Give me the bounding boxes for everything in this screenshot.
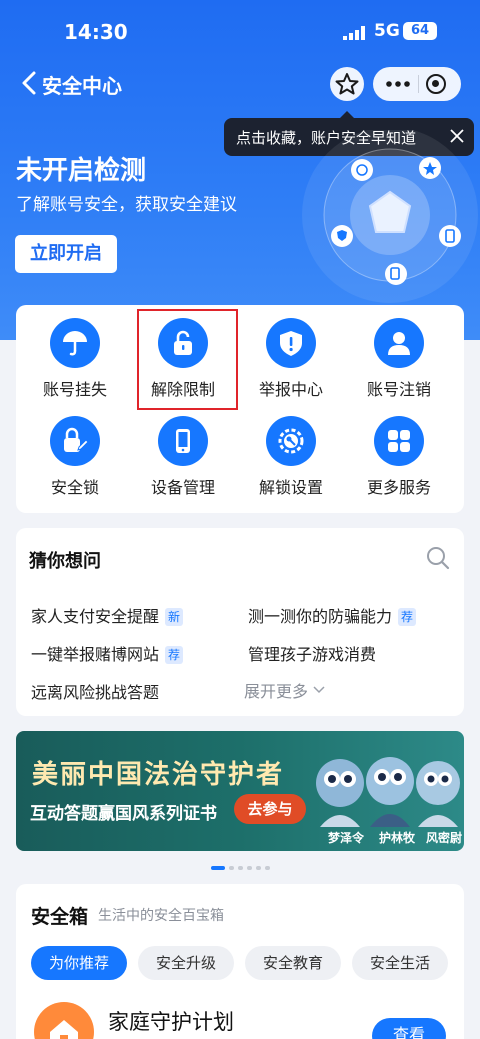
network-label: 5G [374,21,400,41]
lock-edit-icon [50,416,100,466]
tab-upgrade[interactable]: 安全升级 [138,946,234,980]
promo-banner[interactable]: 美丽中国法治守护者 互动答题赢国风系列证书 去参与 梦泽令 护林牧 风密尉 [16,731,464,851]
carousel-dot [238,866,243,870]
service-device-management[interactable]: 设备管理 [133,416,233,506]
faq-question[interactable]: 管理孩子游戏消费 [248,641,376,665]
search-icon[interactable] [426,546,450,570]
highlight-box [137,309,238,410]
faq-question-text: 测一测你的防骗能力 [248,607,393,626]
service-label: 账号注销 [366,380,431,399]
carousel-dot [256,866,261,870]
tab-recommended[interactable]: 为你推荐 [31,946,127,980]
service-unlock-settings[interactable]: 解锁设置 [241,416,341,506]
more-dots-icon[interactable] [385,76,411,92]
family-plan-title[interactable]: 家庭守护计划 [108,1006,234,1036]
expand-more-link[interactable]: 展开更多 [244,678,325,702]
character-name: 梦泽令 [328,831,365,845]
service-label: 举报中心 [258,380,323,399]
faq-title: 猜你想问 [29,551,101,572]
detection-subtitle: 了解账号安全，获取安全建议 [16,195,237,215]
safety-box-title: 安全箱 [31,906,89,928]
service-label: 设备管理 [150,478,215,497]
service-account-cancel[interactable]: 账号注销 [349,318,449,408]
faq-question[interactable]: 测一测你的防骗能力荐 [248,603,417,627]
faq-card: 猜你想问 家人支付安全提醒新 测一测你的防骗能力荐 一键举报赌博网站荐 管理孩子… [16,528,464,716]
faq-question[interactable]: 一键举报赌博网站荐 [31,641,184,665]
page-title: 安全中心 [42,74,122,98]
signal-icon [343,26,365,40]
service-label: 更多服务 [366,478,431,497]
star-icon [335,73,359,95]
carousel-dot [229,866,234,870]
safety-box-card: 安全箱 生活中的安全百宝箱 为你推荐 安全升级 安全教育 安全生活 家庭守护计划… [16,884,464,1039]
carousel-dot [247,866,252,870]
start-detection-button[interactable]: 立即开启 [15,235,117,273]
service-label: 解锁设置 [258,478,323,497]
tab-life[interactable]: 安全生活 [352,946,448,980]
carousel-dot [265,866,270,870]
faq-question-text: 管理孩子游戏消费 [248,645,377,664]
safety-box-subtitle: 生活中的安全百宝箱 [98,908,224,924]
faq-question[interactable]: 家人支付安全提醒新 [31,603,184,627]
faq-question[interactable]: 远离风险挑战答题 [31,679,159,703]
umbrella-icon [50,318,100,368]
service-label: 安全锁 [50,478,99,497]
carousel-indicator [211,866,271,870]
carousel-dot [211,866,225,870]
home-icon [34,1002,94,1039]
chevron-down-icon [313,686,325,694]
tab-education[interactable]: 安全教育 [245,946,341,980]
navigation-bar: 安全中心 [0,64,480,104]
faq-question-text: 一键举报赌博网站 [31,645,160,664]
view-button[interactable]: 查看 [372,1018,446,1039]
user-icon [374,318,424,368]
close-miniapp-icon[interactable] [426,74,446,94]
hero-section: 14:30 5G 64 安全中心 点击收藏，账户安全早知道 未开启检测 了解账号… [0,0,480,340]
faq-question-text: 家人支付安全提醒 [31,607,160,626]
detection-status-title: 未开启检测 [16,156,147,186]
new-tag: 新 [165,608,184,626]
banner-join-button[interactable]: 去参与 [234,794,306,824]
status-time: 14:30 [64,20,128,44]
faq-question-text: 远离风险挑战答题 [31,683,160,702]
phone-icon [158,416,208,466]
favorite-button[interactable] [330,67,364,101]
service-report-center[interactable]: 举报中心 [241,318,341,408]
service-grid-card: 账号挂失 解除限制 举报中心 账号注销 安全锁 设备管理 解锁设置 更多服务 [16,305,464,513]
expand-more-text: 展开更多 [244,682,309,701]
recommend-tag: 荐 [398,608,417,626]
banner-title: 美丽中国法治守护者 [32,760,285,790]
service-label: 账号挂失 [42,380,107,399]
character-name: 风密尉 [426,831,463,845]
service-more[interactable]: 更多服务 [349,416,449,506]
key-gear-icon [266,416,316,466]
status-bar: 14:30 5G 64 [0,18,480,48]
security-shield-graphic [302,130,478,303]
capsule-divider [418,75,419,93]
grid-icon [374,416,424,466]
shield-alert-icon [266,318,316,368]
banner-subtitle: 互动答题赢国风系列证书 [30,804,217,824]
service-account-loss[interactable]: 账号挂失 [25,318,125,408]
miniapp-capsule [373,67,461,101]
character-name: 护林牧 [379,831,416,845]
recommend-tag: 荐 [165,646,184,664]
battery-indicator: 64 [403,22,437,40]
service-security-lock[interactable]: 安全锁 [25,416,125,506]
back-arrow-icon[interactable] [20,70,40,96]
